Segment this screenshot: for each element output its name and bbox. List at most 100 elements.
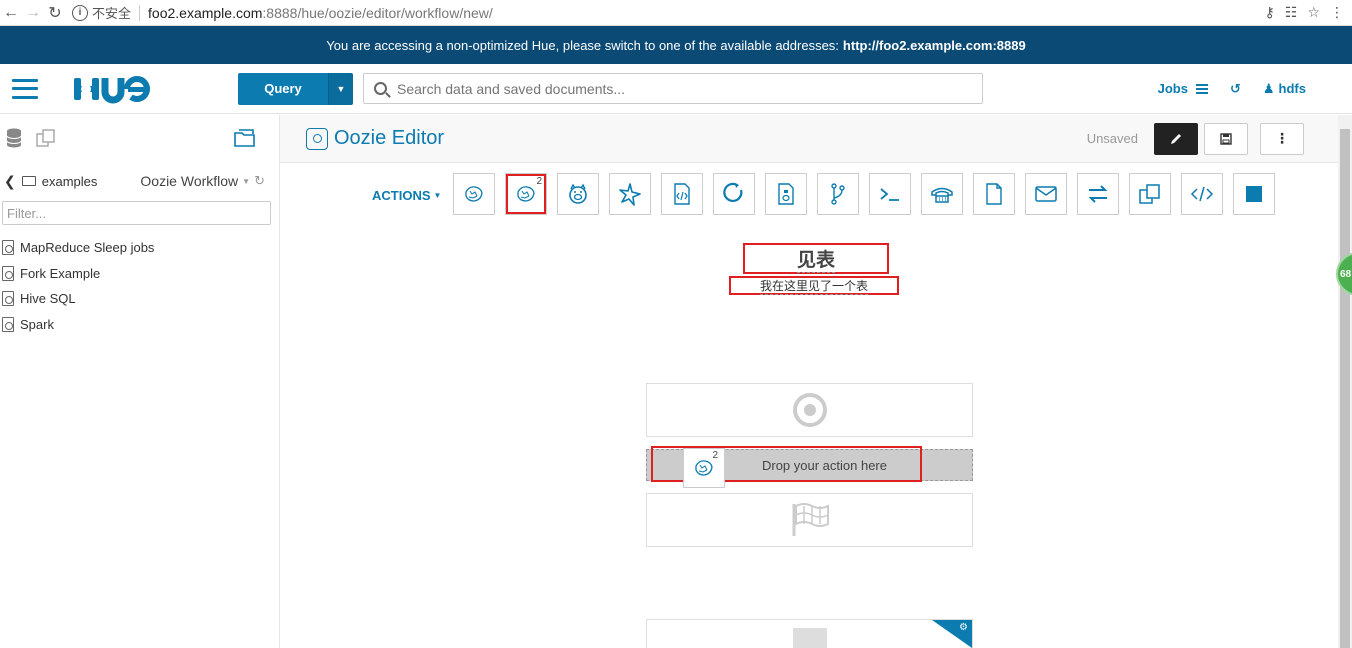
hive-icon <box>465 186 483 202</box>
pencil-icon <box>1171 133 1181 144</box>
hue-logo-icon <box>74 75 150 103</box>
workflow-description[interactable]: 我在这里见了一个表 <box>729 276 899 295</box>
doc-type-label: Oozie Workflow <box>140 173 239 189</box>
end-node[interactable] <box>646 493 973 547</box>
reload-icon[interactable]: ↻ <box>44 2 66 24</box>
generic-action[interactable] <box>1181 173 1223 215</box>
query-button[interactable]: Query <box>238 72 328 105</box>
documents-icon[interactable] <box>36 128 56 148</box>
list-item[interactable]: MapReduce Sleep jobs <box>0 235 279 261</box>
fork-icon <box>831 183 845 205</box>
edit-button[interactable] <box>1154 122 1198 155</box>
fork-action[interactable] <box>817 173 859 215</box>
kill-action[interactable] <box>1233 173 1275 215</box>
list-item-label: Fork Example <box>20 265 101 281</box>
current-folder[interactable]: examples <box>42 174 98 189</box>
streaming-action[interactable] <box>1129 173 1171 215</box>
browser-toolbar: ← → ↻ i 不安全 foo2.example.com:8888/hue/oo… <box>0 0 1352 26</box>
user-icon: ♟ <box>1262 80 1275 96</box>
address-bar[interactable]: i 不安全 foo2.example.com:8888/hue/oozie/ed… <box>72 2 1265 24</box>
database-icon[interactable] <box>6 128 22 148</box>
shell-icon <box>880 188 899 201</box>
list-item[interactable]: Hive SQL <box>0 286 279 312</box>
star-icon[interactable]: ☆ <box>1307 4 1320 21</box>
doc-type-select[interactable]: Oozie Workflow ▼ ↻ <box>140 173 265 189</box>
code-icon <box>1190 186 1214 202</box>
open-folder-icon[interactable] <box>233 128 257 148</box>
workflow-doc-icon <box>2 240 14 256</box>
more-options-button[interactable]: ⋮ <box>1260 122 1304 155</box>
banner-text: You are accessing a non-optimized Hue, p… <box>326 37 839 53</box>
hive2-action[interactable]: 2 <box>505 173 547 215</box>
save-status: Unsaved <box>1086 131 1138 146</box>
distcp-action[interactable] <box>1077 173 1119 215</box>
kill-node[interactable]: ⚙ <box>646 619 973 648</box>
email-icon <box>1035 186 1057 202</box>
jobs-button[interactable]: Jobs <box>1158 81 1208 96</box>
query-dropdown-caret-icon[interactable]: ▼ <box>328 72 353 105</box>
filter-input[interactable]: Filter... <box>2 201 271 225</box>
menu-dots-icon[interactable]: ⋮ <box>1330 4 1344 21</box>
floppy-icon <box>1220 132 1232 145</box>
pig-icon <box>569 183 587 204</box>
forward-icon[interactable]: → <box>22 2 44 24</box>
distcp-icon <box>1088 185 1108 203</box>
workflow-name-text: 见表 <box>796 245 835 273</box>
hue-logo[interactable] <box>72 74 168 104</box>
streaming-icon <box>1139 184 1160 204</box>
chevron-down-icon: ▼ <box>242 176 251 186</box>
banner-link[interactable]: http://foo2.example.com:8889 <box>843 38 1026 53</box>
scrollbar[interactable] <box>1338 115 1352 648</box>
jobs-list-icon <box>1195 83 1208 94</box>
actions-label: ACTIONS <box>372 188 431 203</box>
email-action[interactable] <box>1025 173 1067 215</box>
security-label: 不安全 <box>92 7 132 22</box>
save-button[interactable] <box>1204 122 1248 155</box>
list-item-label: MapReduce Sleep jobs <box>20 240 155 256</box>
ssh-icon <box>931 187 953 203</box>
file-icon <box>986 183 1002 205</box>
history-icon[interactable]: ↺ <box>1230 81 1241 97</box>
page-title: Oozie Editor <box>334 127 445 149</box>
non-optimized-banner: You are accessing a non-optimized Hue, p… <box>0 26 1352 64</box>
editor-header: Oozie Editor Unsaved ⋮ <box>280 115 1338 163</box>
list-item[interactable]: Spark <box>0 312 279 338</box>
back-icon[interactable]: ← <box>0 2 22 24</box>
spark-icon <box>619 183 641 206</box>
search-input[interactable] <box>397 80 957 97</box>
hive-action[interactable] <box>453 173 495 215</box>
hamburger-menu-icon[interactable] <box>12 78 38 99</box>
actions-dropdown[interactable]: ACTIONS ▼ <box>372 188 441 203</box>
hive2-superscript: 2 <box>712 450 718 461</box>
fs-action[interactable] <box>973 173 1015 215</box>
global-search[interactable] <box>363 73 983 104</box>
scrollbar-thumb[interactable] <box>1340 129 1350 648</box>
refresh-icon[interactable]: ↻ <box>254 173 265 189</box>
dragged-hive2-action[interactable]: 2 <box>683 448 725 488</box>
user-menu[interactable]: ♟ hdfs <box>1263 81 1306 97</box>
back-chevron-icon[interactable]: ❮ <box>4 173 16 190</box>
sqoop-action[interactable] <box>765 173 807 215</box>
start-node[interactable] <box>646 383 973 437</box>
url-host: foo2.example.com <box>148 4 263 21</box>
finish-flag-icon <box>792 503 829 536</box>
divider <box>139 4 141 21</box>
ssh-action[interactable] <box>921 173 963 215</box>
workflow-doc-icon <box>2 291 14 307</box>
left-assist-panel: ❮ examples Oozie Workflow ▼ ↻ Filter... … <box>0 115 280 648</box>
caret-down-icon: ▼ <box>433 191 442 200</box>
document-list: MapReduce Sleep jobs Fork Example Hive S… <box>0 235 279 337</box>
user-label: hdfs <box>1278 81 1306 96</box>
info-icon[interactable]: i <box>72 4 88 21</box>
workflow-name[interactable]: 见表 <box>743 243 889 274</box>
pig-action[interactable] <box>557 173 599 215</box>
cogs-icon[interactable]: ⚙ <box>959 622 968 633</box>
translate-icon[interactable]: ☷ <box>1285 4 1298 21</box>
shell-action[interactable] <box>869 173 911 215</box>
list-item[interactable]: Fork Example <box>0 261 279 287</box>
java-action[interactable] <box>661 173 703 215</box>
top-navbar: Query ▼ Jobs ↺ ♟ hdfs <box>0 64 1352 114</box>
key-icon[interactable]: ⚷ <box>1265 4 1275 21</box>
spark-action[interactable] <box>609 173 651 215</box>
subworkflow-action[interactable] <box>713 173 755 215</box>
